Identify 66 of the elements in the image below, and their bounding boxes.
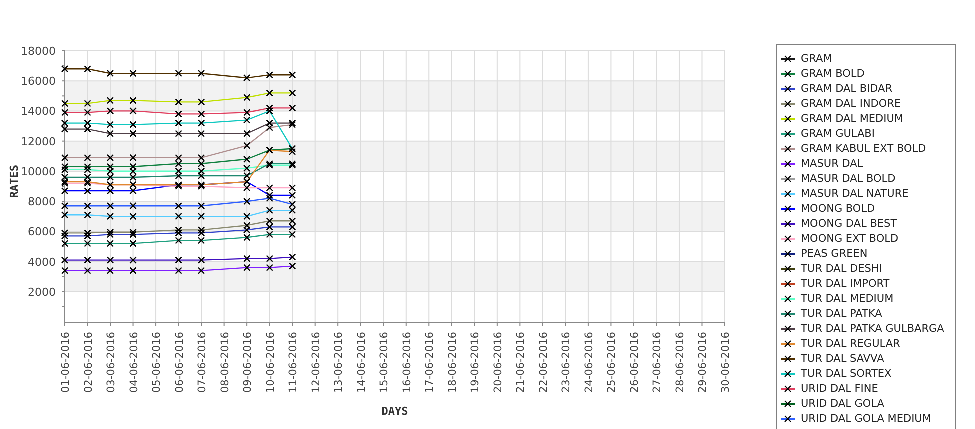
legend-label: MOONG BOLD [801,202,876,214]
y-tick-label: 18000 [21,45,56,58]
legend-label: TUR DAL MEDIUM [801,292,894,304]
x-tick-label: 10-06-2016 [264,332,277,394]
legend-label: TUR DAL PATKA [801,308,882,320]
x-tick-label: 13-06-2016 [333,332,346,394]
legend-label: URID DAL GOLA MEDIUM [801,412,932,424]
x-tick-label: 11-06-2016 [288,332,300,394]
x-tick-label: 30-06-2016 [720,332,732,394]
x-axis-title: DAYS [382,405,408,418]
y-tick-label: 2000 [28,286,56,299]
y-tick-label: 16000 [21,75,56,88]
x-tick-label: 02-06-2016 [82,332,95,394]
legend-label: PEAS GREEN [801,248,868,260]
x-tick-label: 09-06-2016 [242,332,254,394]
legend-label: GRAM KABUL EXT BOLD [801,142,926,154]
x-tick-label: 27-06-2016 [652,332,664,394]
x-tick-label: 16-06-2016 [401,332,414,394]
legend-label: TUR DAL DESHI [801,262,882,274]
legend-label: GRAM GULABI [801,128,875,140]
x-tick-label: 20-06-2016 [492,332,504,394]
y-tick-label: 8000 [28,196,56,209]
legend-label: TUR DAL IMPORT [801,278,890,290]
legend-label: MASUR DAL NATURE [801,188,909,200]
y-tick-label: 4000 [28,256,56,269]
x-tick-label: 29-06-2016 [697,332,710,394]
legend-label: GRAM BOLD [801,68,865,80]
x-tick-label: 22-06-2016 [538,332,550,394]
x-tick-label: 26-06-2016 [628,332,641,394]
x-tick-label: 17-06-2016 [424,332,436,394]
y-tick-label: 6000 [28,226,56,239]
x-tick-label: 14-06-2016 [356,332,368,394]
legend-label: MOONG EXT BOLD [801,232,899,244]
legend-label: TUR DAL REGULAR [801,338,900,350]
x-tick-label: 05-06-2016 [151,332,164,394]
legend-label: TUR DAL SAVVA [801,352,884,364]
x-tick-label: 23-06-2016 [560,332,573,394]
y-axis-title: RATES [8,164,21,198]
legend-label: TUR DAL SORTEX [801,368,892,380]
y-tick-label: 14000 [21,105,56,118]
legend-label: GRAM DAL MEDIUM [801,112,904,124]
x-tick-label: 08-06-2016 [219,332,232,394]
x-tick-label: 18-06-2016 [446,332,459,394]
x-tick-label: 25-06-2016 [606,332,618,394]
y-tick-label: 12000 [21,135,56,148]
x-tick-label: 19-06-2016 [470,332,482,394]
x-tick-label: 21-06-2016 [515,332,528,394]
x-tick-label: 12-06-2016 [310,332,322,394]
y-tick-label: 10000 [21,165,56,178]
legend-label: GRAM DAL BIDAR [801,82,893,94]
x-tick-label: 06-06-2016 [174,332,186,394]
legend-label: GRAM [801,52,832,64]
x-tick-label: 01-06-2016 [60,332,72,394]
legend-label: MASUR DAL BOLD [801,172,896,184]
x-tick-label: 15-06-2016 [378,332,391,394]
legend-label: URID DAL GOLA [801,398,884,410]
legend-label: MOONG DAL BEST [801,218,898,230]
legend-label: TUR DAL PATKA GULBARGA [801,322,944,334]
x-tick-label: 04-06-2016 [128,332,140,394]
x-tick-label: 03-06-2016 [106,332,118,394]
x-tick-label: 28-06-2016 [674,332,686,394]
x-tick-label: 24-06-2016 [583,332,596,394]
legend-label: URID DAL FINE [801,382,878,394]
legend-label: GRAM DAL INDORE [801,98,902,110]
x-tick-label: 07-06-2016 [196,332,209,394]
legend-label: MASUR DAL [801,158,864,170]
